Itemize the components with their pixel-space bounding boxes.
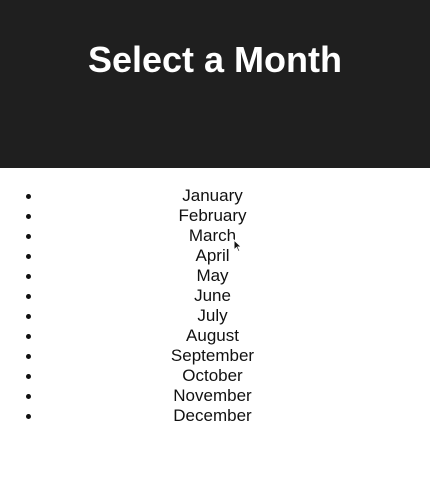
- month-item-august[interactable]: August: [0, 326, 430, 346]
- month-item-may[interactable]: May: [0, 266, 430, 286]
- bullet-icon: [26, 374, 31, 379]
- bullet-icon: [26, 414, 31, 419]
- month-label: January: [182, 186, 243, 205]
- bullet-icon: [26, 214, 31, 219]
- month-label: April: [195, 246, 230, 265]
- month-label: December: [173, 406, 252, 425]
- month-item-march[interactable]: March: [0, 226, 430, 246]
- month-label: August: [186, 326, 239, 345]
- bullet-icon: [26, 354, 31, 359]
- bullet-icon: [26, 234, 31, 239]
- month-item-january[interactable]: January: [0, 186, 430, 206]
- month-label: February: [178, 206, 247, 225]
- month-item-november[interactable]: November: [0, 386, 430, 406]
- month-label: May: [196, 266, 229, 285]
- bullet-icon: [26, 194, 31, 199]
- bullet-icon: [26, 314, 31, 319]
- bullet-icon: [26, 294, 31, 299]
- bullet-icon: [26, 394, 31, 399]
- month-label: June: [194, 286, 231, 305]
- month-item-april[interactable]: April: [0, 246, 430, 266]
- month-list: January February March April May June Ju…: [0, 186, 430, 426]
- page-header: Select a Month: [0, 0, 430, 168]
- page-title: Select a Month: [87, 39, 343, 80]
- cursor-arrow-icon: [233, 239, 243, 253]
- month-item-october[interactable]: October: [0, 366, 430, 386]
- month-label: October: [182, 366, 243, 385]
- month-label: July: [197, 306, 228, 325]
- month-item-september[interactable]: September: [0, 346, 430, 366]
- bullet-icon: [26, 274, 31, 279]
- month-item-june[interactable]: June: [0, 286, 430, 306]
- month-label: March: [188, 226, 237, 245]
- month-item-december[interactable]: December: [0, 406, 430, 426]
- month-label: November: [173, 386, 252, 405]
- month-item-july[interactable]: July: [0, 306, 430, 326]
- month-label: September: [170, 346, 255, 365]
- bullet-icon: [26, 334, 31, 339]
- month-item-february[interactable]: February: [0, 206, 430, 226]
- bullet-icon: [26, 254, 31, 259]
